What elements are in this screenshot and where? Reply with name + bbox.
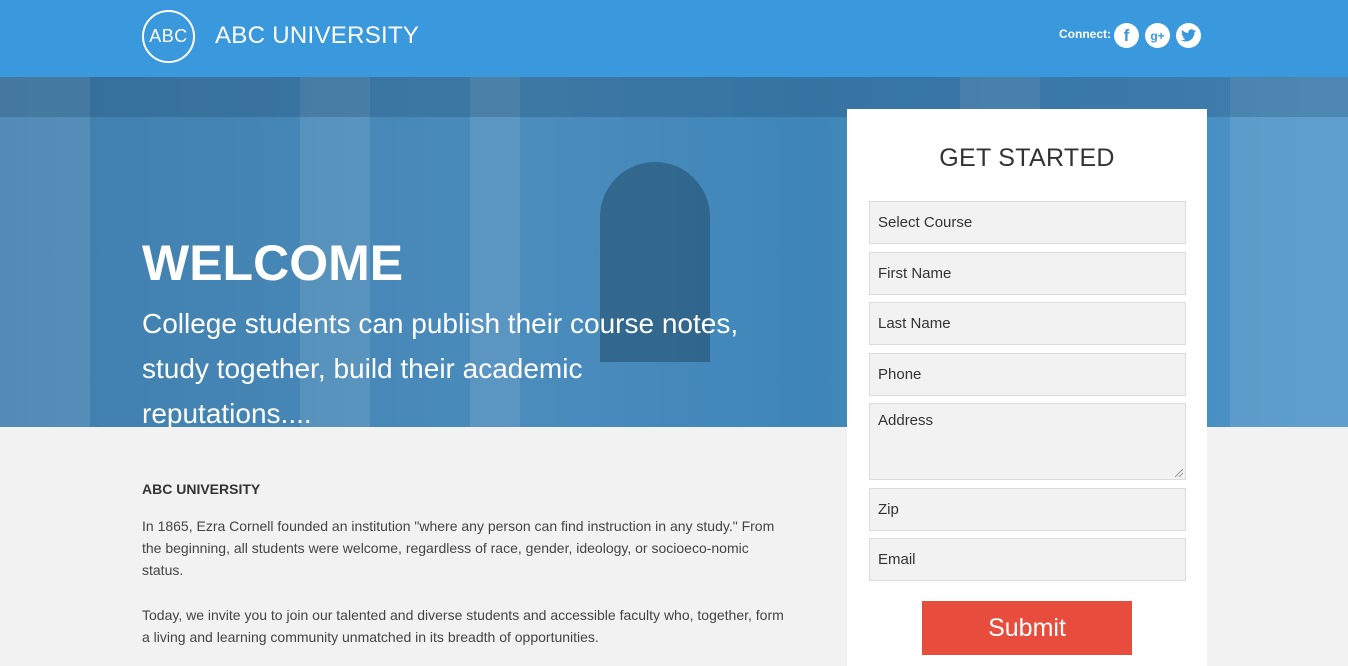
connect-label: Connect: (1059, 27, 1111, 41)
last-name-field[interactable]: Last Name (869, 302, 1186, 345)
hero-bg-pillar (0, 77, 90, 427)
form-title: GET STARTED (939, 144, 1115, 172)
submit-button[interactable]: Submit (922, 601, 1132, 655)
google-plus-icon[interactable]: g+ (1145, 23, 1170, 48)
hero-bg-pillar (1230, 77, 1348, 427)
select-course-dropdown[interactable]: Select Course (869, 201, 1186, 244)
twitter-icon[interactable] (1176, 23, 1201, 48)
zip-field[interactable]: Zip (869, 488, 1186, 531)
phone-field[interactable]: Phone (869, 353, 1186, 396)
signup-form: GET STARTED Select Course First Name Las… (847, 109, 1207, 666)
about-paragraph: In 1865, Ezra Cornell founded an institu… (142, 518, 775, 578)
about-paragraph: Today, we invite you to join our talente… (142, 607, 784, 645)
brand-name[interactable]: ABC UNIVERSITY (215, 22, 419, 50)
address-placeholder: Address (878, 412, 934, 429)
address-textarea[interactable]: Address (869, 403, 1186, 480)
twitter-bird-glyph (1181, 29, 1196, 42)
resize-handle-icon[interactable] (1175, 469, 1183, 477)
about-title: ABC UNIVERSITY (142, 481, 261, 497)
site-header: ABC ABC UNIVERSITY Connect: f g+ (0, 0, 1348, 77)
email-field[interactable]: Email (869, 538, 1186, 581)
hero-subtitle: College students can publish their cours… (142, 308, 739, 427)
hero-title: WELCOME (142, 235, 404, 291)
first-name-field[interactable]: First Name (869, 252, 1186, 295)
logo[interactable]: ABC (142, 10, 195, 63)
facebook-icon[interactable]: f (1114, 23, 1139, 48)
